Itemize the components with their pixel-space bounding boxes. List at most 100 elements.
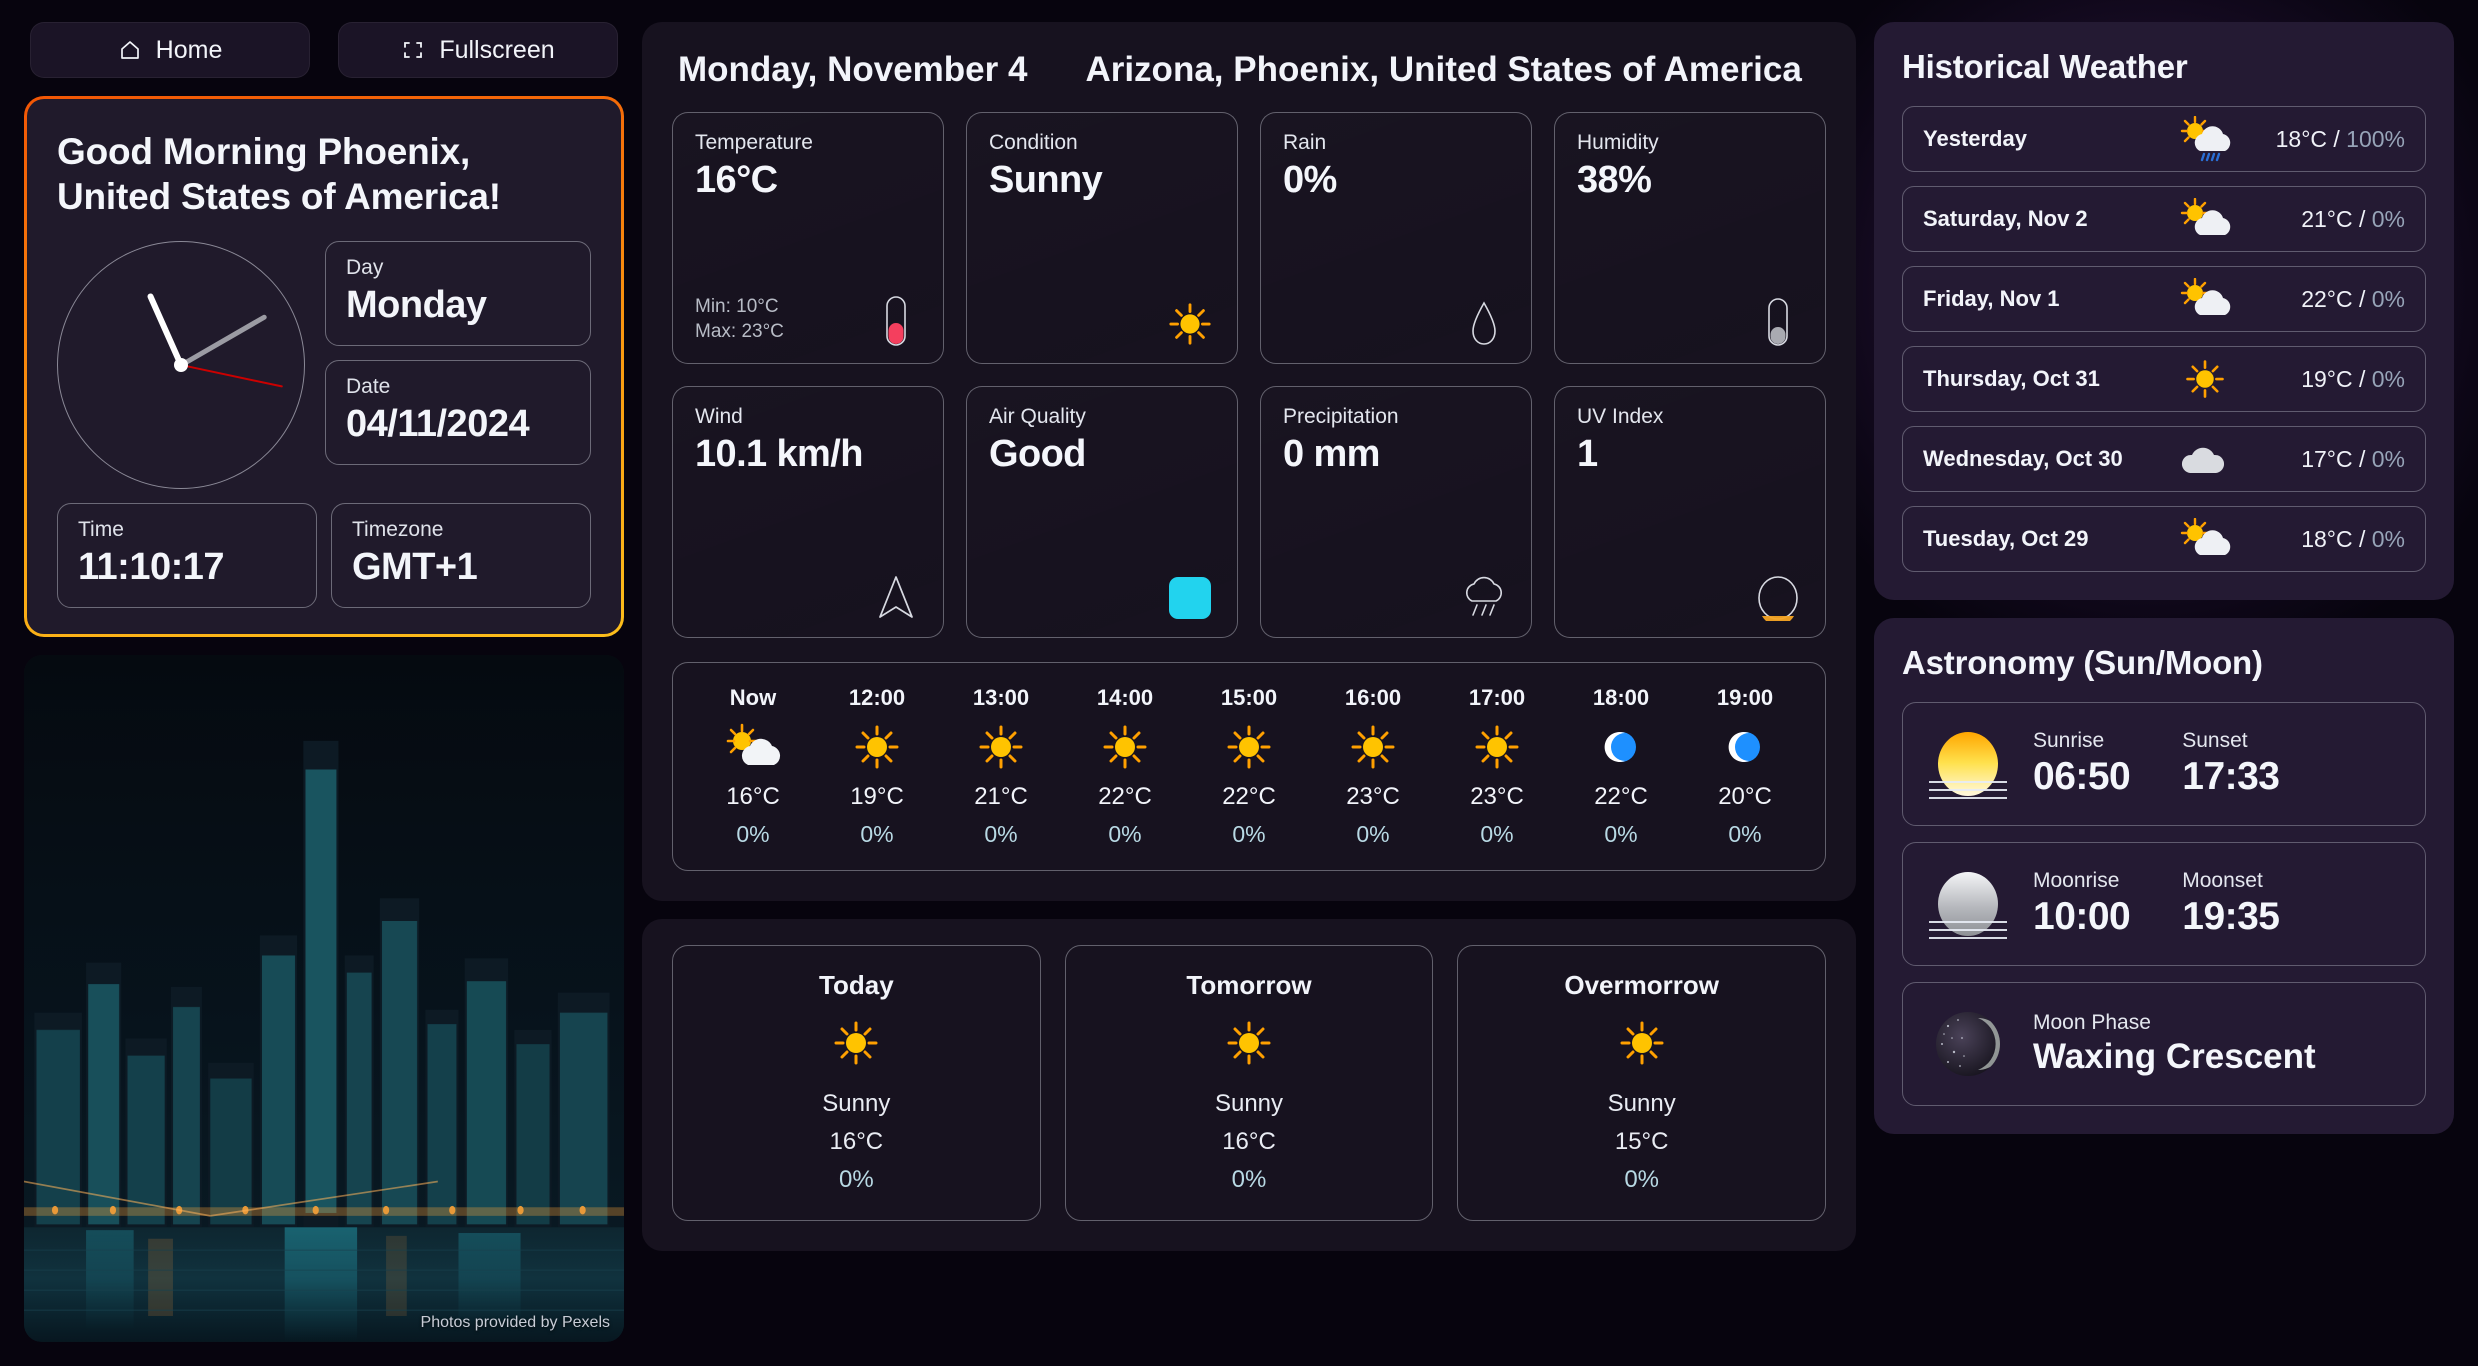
time-timezone-row: Time 11:10:17 Timezone GMT+1 <box>57 503 591 609</box>
current-weather-header: Monday, November 4 Arizona, Phoenix, Uni… <box>672 48 1826 112</box>
historical-precip-chance: 0% <box>2371 525 2405 552</box>
hourly-time: 14:00 <box>1096 685 1154 710</box>
date-value: 04/11/2024 <box>346 403 530 446</box>
home-button-label: Home <box>155 35 223 64</box>
sunrise-label: Sunrise <box>2033 729 2105 752</box>
astronomy-moon-row: Moonrise 10:00 Moonset 19:35 <box>1902 842 2426 966</box>
metric-value: 16°C <box>695 159 778 201</box>
hourly-item: 19:00 20°C 0% <box>1699 685 1791 848</box>
home-button[interactable]: Home <box>30 22 310 78</box>
daily-temperature: 16°C <box>829 1128 884 1155</box>
metric-card-precipitation: Precipitation 0 mm <box>1260 386 1532 638</box>
crescent-moon-icon <box>1723 721 1767 773</box>
moonset-value: 19:35 <box>2182 895 2280 938</box>
metric-label: Condition <box>989 131 1078 154</box>
uv-gauge-icon <box>1751 567 1805 621</box>
top-navigation-bar: Home Fullscreen <box>24 22 624 78</box>
historical-precip-chance: 0% <box>2371 445 2405 472</box>
table-row: Wednesday, Oct 30 17°C / 0% <box>1902 426 2426 492</box>
moon-phase-label: Moon Phase <box>2033 1011 2151 1034</box>
astronomy-title: Astronomy (Sun/Moon) <box>1902 644 2263 681</box>
metric-label: Wind <box>695 405 743 428</box>
daily-precip-chance: 0% <box>1624 1166 1660 1193</box>
fullscreen-button[interactable]: Fullscreen <box>338 22 618 78</box>
daily-temperature: 16°C <box>1222 1128 1276 1155</box>
daily-name: Today <box>819 970 894 1000</box>
metric-value: 0% <box>1283 159 1337 201</box>
historical-values: 22°C / 0% <box>2245 286 2405 313</box>
historical-day: Wednesday, Oct 30 <box>1923 446 2123 471</box>
sunrise-icon <box>1925 721 2011 807</box>
hourly-item: 17:00 23°C 0% <box>1451 685 1543 848</box>
sunrise-value: 06:50 <box>2033 755 2131 798</box>
center-column: Monday, November 4 Arizona, Phoenix, Uni… <box>642 22 1856 1342</box>
fullscreen-button-label: Fullscreen <box>439 35 555 64</box>
timezone-value: GMT+1 <box>352 546 478 589</box>
time-value: 11:10:17 <box>78 546 225 589</box>
hourly-temperature: 22°C <box>1098 783 1152 810</box>
historical-temperature: 17°C <box>2301 445 2353 472</box>
astronomy-sun-row: Sunrise 06:50 Sunset 17:33 <box>1902 702 2426 826</box>
clock-second-hand <box>180 364 283 388</box>
historical-day: Tuesday, Oct 29 <box>1923 526 2089 551</box>
hourly-precip-chance: 0% <box>1356 821 1390 847</box>
temperature-max: Max: 23°C <box>695 321 784 343</box>
sun-icon <box>2165 358 2245 400</box>
clock-hour-hand <box>146 292 184 367</box>
day-label: Day <box>346 256 384 280</box>
sun-behind-cloud-icon <box>2165 278 2245 320</box>
weather-dashboard: Home Fullscreen Good Morning Phoenix, Un… <box>0 0 2478 1366</box>
metric-value: Sunny <box>989 159 1103 201</box>
sun-icon <box>832 1019 880 1072</box>
sun-icon <box>1163 293 1217 347</box>
hourly-temperature: 23°C <box>1470 783 1524 810</box>
crescent-moon-icon <box>1599 721 1643 773</box>
historical-values: 17°C / 0% <box>2245 446 2405 473</box>
fullscreen-icon <box>401 38 425 62</box>
sun-icon <box>853 721 901 773</box>
moon-phase-icon <box>1925 1001 2011 1087</box>
metric-card-air-quality: Air Quality Good <box>966 386 1238 638</box>
date-card: Date 04/11/2024 <box>325 360 591 466</box>
hourly-time: 13:00 <box>972 685 1030 710</box>
metric-value: 1 <box>1577 433 1598 475</box>
hourly-item: Now 16°C 0% <box>707 685 799 848</box>
moonset-label: Moonset <box>2182 869 2263 892</box>
temperature-min: Min: 10°C <box>695 295 779 317</box>
moonrise-moonset-values: Moonrise 10:00 Moonset 19:35 <box>2033 869 2403 939</box>
historical-day: Friday, Nov 1 <box>1923 286 2060 311</box>
hourly-item: 16:00 23°C 0% <box>1327 685 1419 848</box>
cloud-icon <box>2165 441 2245 477</box>
historical-precip-chance: 0% <box>2371 285 2405 312</box>
navigation-arrow-icon <box>869 567 923 621</box>
metric-card-humidity: Humidity 38% <box>1554 112 1826 364</box>
time-card: Time 11:10:17 <box>57 503 317 609</box>
historical-separator: / <box>2352 445 2372 472</box>
sun-icon <box>977 721 1025 773</box>
table-row: Friday, Nov 1 22°C / 0% <box>1902 266 2426 332</box>
metric-label: Air Quality <box>989 405 1086 428</box>
historical-separator: / <box>2352 285 2372 312</box>
table-row: Thursday, Oct 31 19°C / 0% <box>1902 346 2426 412</box>
day-value: Monday <box>346 284 487 327</box>
astronomy-panel: Astronomy (Sun/Moon) Sunrise 06:50 Sunse… <box>1874 618 2454 1134</box>
metric-value: Good <box>989 433 1086 475</box>
hourly-item: 12:00 19°C 0% <box>831 685 923 848</box>
hourly-item: 15:00 22°C 0% <box>1203 685 1295 848</box>
daily-name: Tomorrow <box>1186 970 1312 1000</box>
sun-icon <box>1618 1019 1666 1072</box>
moonrise-value: 10:00 <box>2033 895 2131 938</box>
day-card: Day Monday <box>325 241 591 347</box>
photo-credit: Photos provided by Pexels <box>420 1314 610 1331</box>
sunrise-sunset-values: Sunrise 06:50 Sunset 17:33 <box>2033 729 2403 799</box>
sun-behind-cloud-icon <box>2165 518 2245 560</box>
hourly-temperature: 19°C <box>850 783 904 810</box>
hourly-time: 15:00 <box>1220 685 1278 710</box>
air-quality-square-icon <box>1163 567 1217 621</box>
historical-precip-chance: 0% <box>2371 365 2405 392</box>
metric-label: Precipitation <box>1283 405 1399 428</box>
rain-cloud-icon <box>1457 567 1511 621</box>
left-column: Home Fullscreen Good Morning Phoenix, Un… <box>24 22 624 1342</box>
table-row: Yesterday 18°C / 100% <box>1902 106 2426 172</box>
daily-condition: Sunny <box>1607 1090 1676 1117</box>
